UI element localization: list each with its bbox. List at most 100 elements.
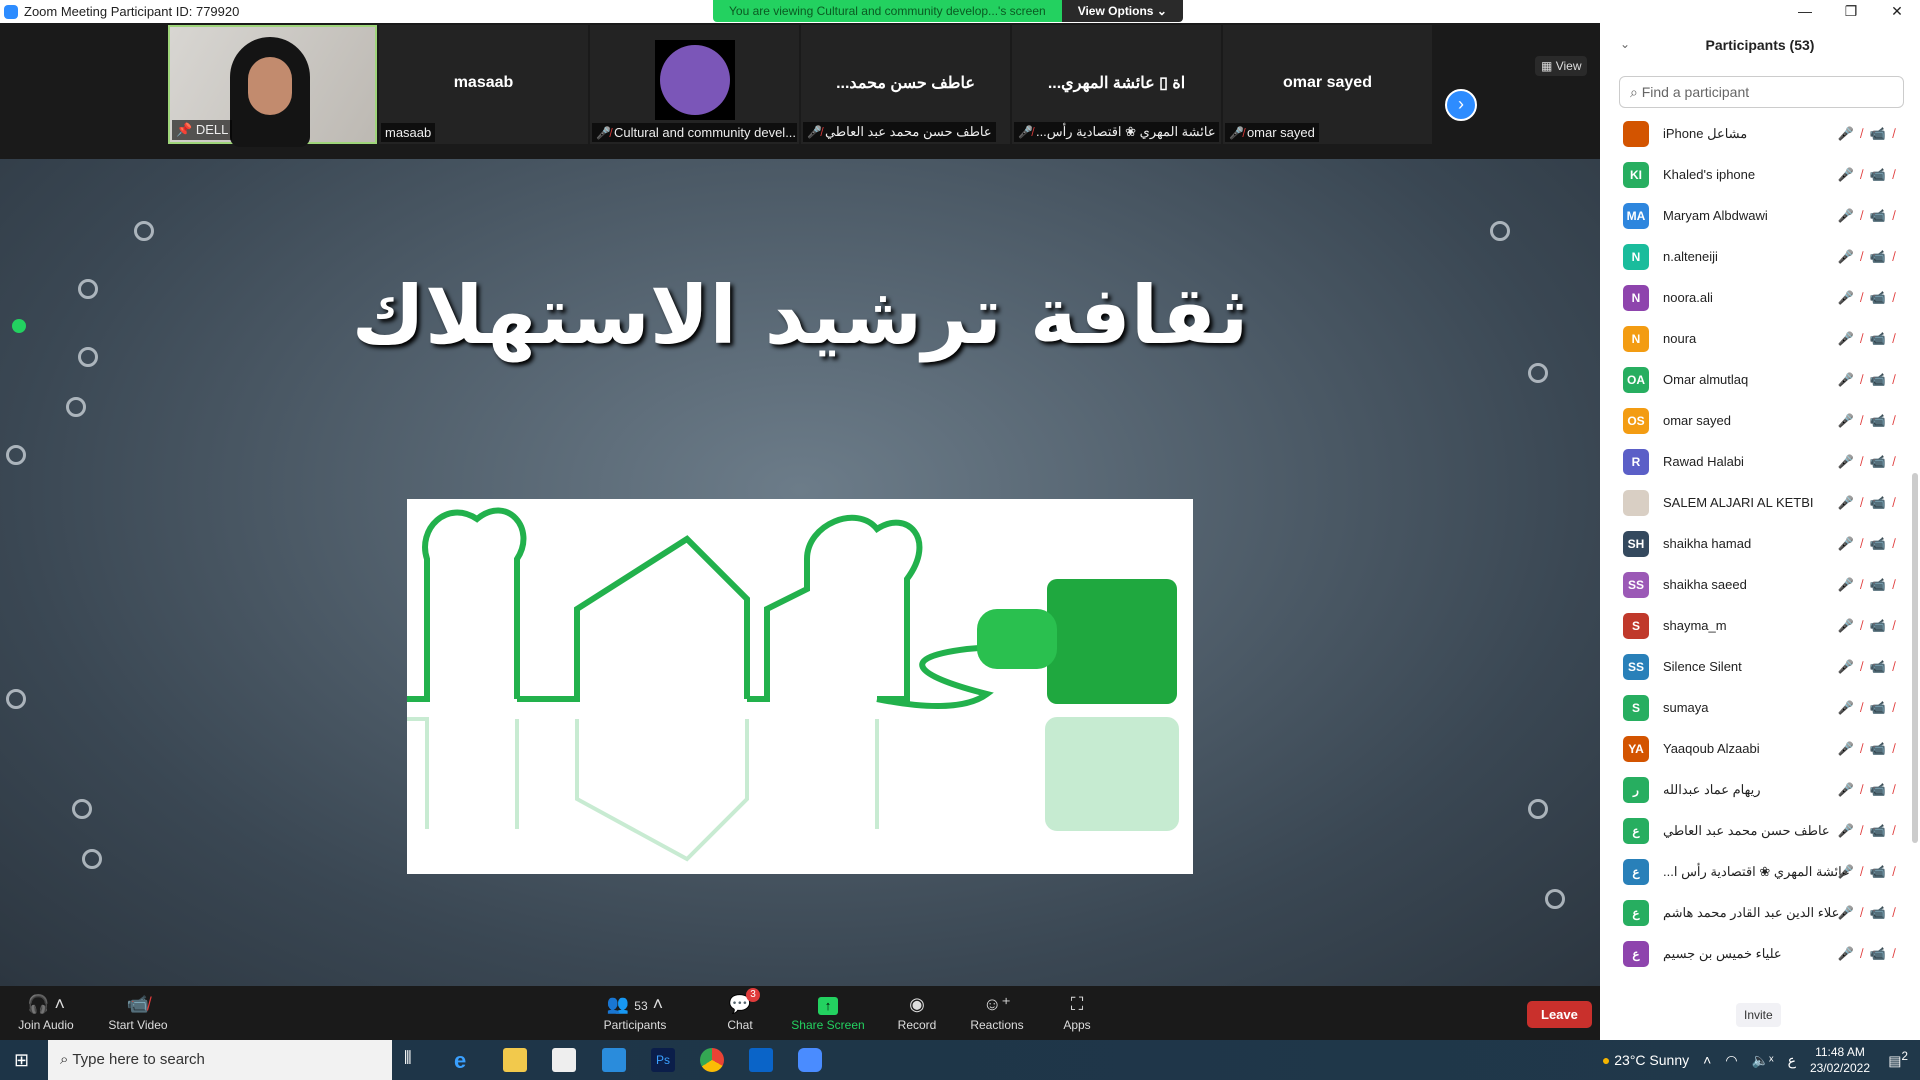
video-off-icon[interactable]: 📹̸: [1870, 823, 1902, 838]
scrollbar[interactable]: [1912, 473, 1918, 843]
minimize-button[interactable]: —: [1782, 0, 1828, 22]
language-indicator[interactable]: ع: [1788, 1052, 1796, 1069]
mic-off-icon[interactable]: 🎤̸: [1838, 126, 1870, 141]
mic-off-icon[interactable]: 🎤̸: [1838, 618, 1870, 633]
volume-muted-icon[interactable]: 🔈ˣ: [1752, 1052, 1774, 1069]
participant-row[interactable]: SH shaikha hamad 🎤̸📹̸: [1600, 523, 1912, 564]
mic-off-icon[interactable]: 🎤̸: [1838, 331, 1870, 346]
internet-explorer-icon[interactable]: e: [454, 1048, 478, 1073]
video-off-icon[interactable]: 📹̸: [1870, 126, 1902, 141]
chat-button[interactable]: 💬 3 Chat: [700, 988, 780, 1032]
clock[interactable]: 11:48 AM 23/02/2022: [1810, 1044, 1870, 1076]
participant-row[interactable]: Nnoora.ali 🎤̸📹̸: [1600, 277, 1912, 318]
mic-off-icon[interactable]: 🎤̸: [1838, 577, 1870, 592]
chevron-up-icon[interactable]: ˄: [1703, 1052, 1711, 1068]
participant-row[interactable]: YA Yaaqoub Alzaabi 🎤̸📹̸: [1600, 728, 1912, 769]
video-off-icon[interactable]: 📹̸: [1870, 864, 1902, 879]
mic-off-icon[interactable]: 🎤̸: [1838, 208, 1870, 223]
video-off-icon[interactable]: 📹̸: [1870, 536, 1902, 551]
chrome-icon[interactable]: [700, 1048, 724, 1072]
join-audio-button[interactable]: 🎧 ˄ Join Audio: [6, 992, 86, 1032]
notifications-icon[interactable]: ▤2: [1888, 1050, 1908, 1070]
mic-off-icon[interactable]: 🎤̸: [1838, 659, 1870, 674]
video-off-icon[interactable]: 📹̸: [1870, 495, 1902, 510]
video-tile[interactable]: omar sayed 🎤̸ omar sayed: [1223, 25, 1432, 144]
video-off-icon[interactable]: 📹̸: [1870, 208, 1902, 223]
file-explorer-icon[interactable]: [503, 1048, 527, 1072]
mail-icon[interactable]: [602, 1048, 626, 1072]
video-off-icon[interactable]: 📹̸: [1870, 782, 1902, 797]
participant-row[interactable]: KI Khaled's iphone 🎤̸📹̸: [1600, 154, 1912, 195]
video-tile[interactable]: ...اة ▯ عائشة المهري 🎤̸ ...عائشة المهري ❀…: [1012, 25, 1221, 144]
view-options-button[interactable]: View Options ⌄: [1061, 0, 1183, 22]
record-button[interactable]: ◉ Record: [877, 992, 957, 1032]
participant-row[interactable]: Nnoura 🎤̸📹̸: [1600, 318, 1912, 359]
video-off-icon[interactable]: 📹̸: [1870, 618, 1902, 633]
participant-row[interactable]: SS Silence Silent 🎤̸📹̸: [1600, 646, 1912, 687]
mic-off-icon[interactable]: 🎤̸: [1838, 167, 1870, 182]
participant-row[interactable]: ع عاطف حسن محمد عبد العاطي 🎤̸📹̸: [1600, 810, 1912, 851]
participant-row[interactable]: R Rawad Halabi 🎤̸📹̸: [1600, 441, 1912, 482]
video-off-icon[interactable]: 📹̸: [1870, 249, 1902, 264]
video-off-icon[interactable]: 📹̸: [1870, 946, 1902, 961]
participant-row[interactable]: Sshayma_m 🎤̸📹̸: [1600, 605, 1912, 646]
zoom-taskbar-icon[interactable]: [798, 1048, 822, 1072]
participant-row[interactable]: ر ريهام عماد عبدالله 🎤̸📹̸: [1600, 769, 1912, 810]
windows-start-icon[interactable]: ⊞: [14, 1050, 29, 1071]
outlook-icon[interactable]: [749, 1048, 773, 1072]
mic-off-icon[interactable]: 🎤̸: [1838, 823, 1870, 838]
mic-off-icon[interactable]: 🎤̸: [1838, 413, 1870, 428]
video-tile[interactable]: 📌 DELL: [168, 25, 377, 147]
taskbar-search-input[interactable]: ⌕ Type here to search: [48, 1040, 392, 1080]
mic-off-icon[interactable]: 🎤̸: [1838, 700, 1870, 715]
participant-row[interactable]: SALEM ALJARI AL KETBI 🎤̸📹̸: [1600, 482, 1912, 523]
store-icon[interactable]: [552, 1048, 576, 1072]
video-off-icon[interactable]: 📹̸: [1870, 700, 1902, 715]
video-off-icon[interactable]: 📹̸: [1870, 290, 1902, 305]
participant-search-input[interactable]: ⌕ Find a participant: [1619, 76, 1904, 108]
video-off-icon[interactable]: 📹̸: [1870, 331, 1902, 346]
mic-off-icon[interactable]: 🎤̸: [1838, 741, 1870, 756]
mic-off-icon[interactable]: 🎤̸: [1838, 495, 1870, 510]
next-page-button[interactable]: ›: [1445, 89, 1477, 121]
participant-row[interactable]: iPhone مشاعل 🎤̸📹̸: [1600, 113, 1912, 154]
close-button[interactable]: ✕: [1874, 0, 1920, 22]
photoshop-icon[interactable]: Ps: [651, 1048, 675, 1072]
apps-button[interactable]: ⛶ Apps: [1037, 992, 1117, 1032]
video-tile[interactable]: 🎤̸ Cultural and community devel...: [590, 25, 799, 144]
participant-row[interactable]: ع ...عائشة المهري ❀ اقتصادية رأس ا 🎤̸📹̸: [1600, 851, 1912, 892]
reactions-button[interactable]: ☺⁺ Reactions: [957, 992, 1037, 1032]
video-off-icon[interactable]: 📹̸: [1870, 454, 1902, 469]
mic-off-icon[interactable]: 🎤̸: [1838, 372, 1870, 387]
mic-off-icon[interactable]: 🎤̸: [1838, 454, 1870, 469]
video-off-icon[interactable]: 📹̸: [1870, 905, 1902, 920]
participant-row[interactable]: ع علاء الدين عبد القادر محمد هاشم 🎤̸📹̸: [1600, 892, 1912, 933]
mic-off-icon[interactable]: 🎤̸: [1838, 905, 1870, 920]
video-off-icon[interactable]: 📹̸: [1870, 577, 1902, 592]
participant-row[interactable]: OS omar sayed 🎤̸📹̸: [1600, 400, 1912, 441]
share-screen-button[interactable]: ↑ Share Screen: [788, 992, 868, 1032]
view-button[interactable]: ▦ View: [1535, 56, 1588, 76]
invite-button[interactable]: Invite: [1736, 1003, 1781, 1027]
participant-row[interactable]: Nn.alteneiji 🎤̸📹̸: [1600, 236, 1912, 277]
participant-row[interactable]: SS shaikha saeed 🎤̸📹̸: [1600, 564, 1912, 605]
participant-row[interactable]: Ssumaya 🎤̸📹̸: [1600, 687, 1912, 728]
video-off-icon[interactable]: 📹̸: [1870, 167, 1902, 182]
participant-row[interactable]: ع علياء خميس بن جسيم 🎤̸📹̸: [1600, 933, 1912, 974]
mic-off-icon[interactable]: 🎤̸: [1838, 290, 1870, 305]
mic-off-icon[interactable]: 🎤̸: [1838, 249, 1870, 264]
wifi-icon[interactable]: ◠: [1725, 1052, 1737, 1069]
video-tile[interactable]: masaab masaab: [379, 25, 588, 144]
video-off-icon[interactable]: 📹̸: [1870, 659, 1902, 674]
leave-button[interactable]: Leave: [1527, 1001, 1592, 1028]
mic-off-icon[interactable]: 🎤̸: [1838, 782, 1870, 797]
participant-row[interactable]: MA Maryam Albdwawi 🎤̸📹̸: [1600, 195, 1912, 236]
start-video-button[interactable]: 📹̸ Start Video: [98, 992, 178, 1032]
video-off-icon[interactable]: 📹̸: [1870, 372, 1902, 387]
participants-button[interactable]: 👥 53 ˄ Participants: [595, 992, 675, 1032]
mic-off-icon[interactable]: 🎤̸: [1838, 864, 1870, 879]
video-tile[interactable]: ...عاطف حسن محمد 🎤̸ عاطف حسن محمد عبد الع…: [801, 25, 1010, 144]
participant-row[interactable]: OA Omar almutlaq 🎤̸📹̸: [1600, 359, 1912, 400]
task-view-icon[interactable]: ⫴: [404, 1048, 428, 1072]
restore-button[interactable]: ❐: [1828, 0, 1874, 22]
